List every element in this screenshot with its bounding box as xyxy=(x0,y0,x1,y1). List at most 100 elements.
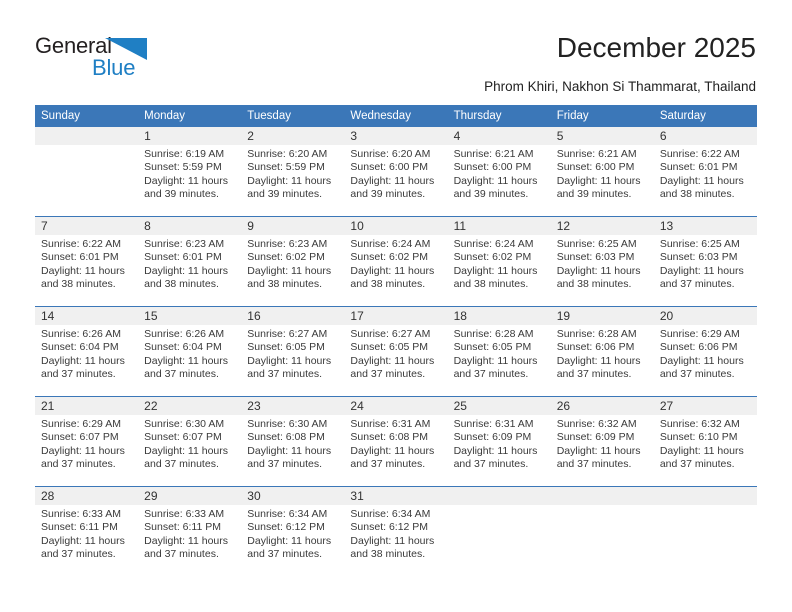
daylight-duration-line1: Daylight: 11 hours xyxy=(350,534,435,547)
brand-logo[interactable]: General Blue xyxy=(35,33,175,80)
day-sun-info: Sunrise: 6:21 AM Sunset: 6:00 PM Daylight:… xyxy=(448,145,551,202)
calendar-day[interactable]: 5 Sunrise: 6:21 AM Sunset: 6:00 PM Daylight… xyxy=(550,127,654,216)
calendar-day-empty xyxy=(35,127,139,216)
calendar-day[interactable]: 9 Sunrise: 6:23 AM Sunset: 6:02 PM Daylight… xyxy=(241,217,345,306)
daylight-duration-line2: and 37 minutes. xyxy=(247,548,322,561)
day-sun-info: Sunrise: 6:26 AM Sunset: 6:04 PM Daylight:… xyxy=(138,325,241,382)
day-sun-info: Sunrise: 6:31 AM Sunset: 6:08 PM Daylight:… xyxy=(344,415,447,472)
sunrise-time: Sunrise: 6:21 AM xyxy=(556,148,637,160)
sunrise-time: Sunrise: 6:20 AM xyxy=(247,148,328,160)
sunrise-time: Sunrise: 6:23 AM xyxy=(144,238,225,250)
day-number: 12 xyxy=(550,217,654,235)
daylight-duration-line1: Daylight: 11 hours xyxy=(659,444,744,457)
daylight-duration-line2: and 37 minutes. xyxy=(453,458,529,471)
calendar-day[interactable]: 2 Sunrise: 6:20 AM Sunset: 5:59 PM Daylight… xyxy=(241,127,345,216)
calendar-day[interactable]: 13 Sunrise: 6:25 AM Sunset: 6:03 PM Dayligh… xyxy=(653,217,757,306)
sunrise-time: Sunrise: 6:34 AM xyxy=(350,508,431,520)
day-number xyxy=(447,487,551,505)
calendar-day[interactable]: 28 Sunrise: 6:33 AM Sunset: 6:11 PM Dayligh… xyxy=(35,487,139,576)
calendar-day[interactable]: 10 Sunrise: 6:24 AM Sunset: 6:02 PM Dayligh… xyxy=(344,217,448,306)
day-sun-info: Sunrise: 6:23 AM Sunset: 6:01 PM Daylight:… xyxy=(138,235,241,292)
calendar-day[interactable]: 29 Sunrise: 6:33 AM Sunset: 6:11 PM Dayligh… xyxy=(138,487,242,576)
calendar-day[interactable]: 25 Sunrise: 6:31 AM Sunset: 6:09 PM Dayligh… xyxy=(447,397,551,486)
daylight-duration-line2: and 37 minutes. xyxy=(41,368,116,381)
calendar-day[interactable]: 4 Sunrise: 6:21 AM Sunset: 6:00 PM Daylight… xyxy=(447,127,551,216)
daylight-duration-line1: Daylight: 11 hours xyxy=(350,264,435,277)
calendar-cell: 13 Sunrise: 6:25 AM Sunset: 6:03 PM Dayligh… xyxy=(653,216,757,307)
daylight-duration-line2: and 37 minutes. xyxy=(453,368,529,381)
sunset-time: Sunset: 6:01 PM xyxy=(659,161,738,174)
calendar-day[interactable]: 15 Sunrise: 6:26 AM Sunset: 6:04 PM Dayligh… xyxy=(138,307,242,396)
day-number: 14 xyxy=(35,307,139,325)
sunrise-time: Sunrise: 6:24 AM xyxy=(453,238,534,250)
day-sun-info: Sunrise: 6:32 AM Sunset: 6:09 PM Daylight:… xyxy=(551,415,654,472)
day-number: 26 xyxy=(550,397,654,415)
sunset-time: Sunset: 6:00 PM xyxy=(556,161,635,174)
daylight-duration-line1: Daylight: 11 hours xyxy=(247,264,332,277)
calendar-day[interactable]: 11 Sunrise: 6:24 AM Sunset: 6:02 PM Dayligh… xyxy=(447,217,551,306)
day-number: 13 xyxy=(653,217,757,235)
calendar-cell xyxy=(653,486,757,576)
calendar-day[interactable]: 23 Sunrise: 6:30 AM Sunset: 6:08 PM Dayligh… xyxy=(241,397,345,486)
daylight-duration-line2: and 38 minutes. xyxy=(350,548,426,561)
sunrise-time: Sunrise: 6:27 AM xyxy=(350,328,431,340)
calendar-day[interactable]: 1 Sunrise: 6:19 AM Sunset: 5:59 PM Daylight… xyxy=(138,127,242,216)
day-sun-info: Sunrise: 6:22 AM Sunset: 6:01 PM Daylight:… xyxy=(654,145,757,202)
calendar-day[interactable]: 27 Sunrise: 6:32 AM Sunset: 6:10 PM Dayligh… xyxy=(653,397,757,486)
day-sun-info: Sunrise: 6:24 AM Sunset: 6:02 PM Daylight:… xyxy=(448,235,551,292)
daylight-duration-line1: Daylight: 11 hours xyxy=(41,534,125,547)
calendar-day[interactable]: 3 Sunrise: 6:20 AM Sunset: 6:00 PM Daylight… xyxy=(344,127,448,216)
daylight-duration-line2: and 37 minutes. xyxy=(144,548,219,561)
day-sun-info: Sunrise: 6:19 AM Sunset: 5:59 PM Daylight:… xyxy=(138,145,241,202)
daylight-duration-line1: Daylight: 11 hours xyxy=(41,354,125,367)
day-sun-info: Sunrise: 6:25 AM Sunset: 6:03 PM Daylight:… xyxy=(551,235,654,292)
calendar-day[interactable]: 24 Sunrise: 6:31 AM Sunset: 6:08 PM Dayligh… xyxy=(344,397,448,486)
sunset-time: Sunset: 6:02 PM xyxy=(247,251,325,264)
sunset-time: Sunset: 6:02 PM xyxy=(350,251,429,264)
daylight-duration-line2: and 37 minutes. xyxy=(659,458,735,471)
daylight-duration-line2: and 38 minutes. xyxy=(453,278,529,291)
day-number: 9 xyxy=(241,217,345,235)
calendar-day[interactable]: 17 Sunrise: 6:27 AM Sunset: 6:05 PM Dayligh… xyxy=(344,307,448,396)
calendar-cell: 29 Sunrise: 6:33 AM Sunset: 6:11 PM Dayligh… xyxy=(138,486,242,576)
calendar-cell: 24 Sunrise: 6:31 AM Sunset: 6:08 PM Dayligh… xyxy=(344,396,448,487)
daylight-duration-line2: and 37 minutes. xyxy=(659,368,735,381)
calendar-day[interactable]: 16 Sunrise: 6:27 AM Sunset: 6:05 PM Dayligh… xyxy=(241,307,345,396)
calendar-cell: 3 Sunrise: 6:20 AM Sunset: 6:00 PM Daylight… xyxy=(344,127,448,217)
daylight-duration-line2: and 38 minutes. xyxy=(659,188,735,201)
calendar-week-row: 14 Sunrise: 6:26 AM Sunset: 6:04 PM Dayligh… xyxy=(35,306,757,397)
daylight-duration-line1: Daylight: 11 hours xyxy=(144,264,228,277)
calendar-day-empty xyxy=(550,487,654,576)
sunset-time: Sunset: 6:07 PM xyxy=(41,431,119,444)
calendar-day[interactable]: 12 Sunrise: 6:25 AM Sunset: 6:03 PM Dayligh… xyxy=(550,217,654,306)
day-number: 22 xyxy=(138,397,242,415)
daylight-duration-line2: and 37 minutes. xyxy=(41,458,116,471)
daylight-duration-line2: and 39 minutes. xyxy=(144,188,219,201)
day-number: 3 xyxy=(344,127,448,145)
sunset-time: Sunset: 5:59 PM xyxy=(144,161,222,174)
sunset-time: Sunset: 6:01 PM xyxy=(144,251,222,264)
day-number: 30 xyxy=(241,487,345,505)
sunset-time: Sunset: 6:08 PM xyxy=(247,431,325,444)
calendar-cell: 1 Sunrise: 6:19 AM Sunset: 5:59 PM Daylight… xyxy=(138,127,242,217)
calendar-day[interactable]: 18 Sunrise: 6:28 AM Sunset: 6:05 PM Dayligh… xyxy=(447,307,551,396)
calendar-day[interactable]: 19 Sunrise: 6:28 AM Sunset: 6:06 PM Dayligh… xyxy=(550,307,654,396)
calendar-day[interactable]: 14 Sunrise: 6:26 AM Sunset: 6:04 PM Dayligh… xyxy=(35,307,139,396)
calendar-day[interactable]: 21 Sunrise: 6:29 AM Sunset: 6:07 PM Dayligh… xyxy=(35,397,139,486)
calendar-day[interactable]: 30 Sunrise: 6:34 AM Sunset: 6:12 PM Dayligh… xyxy=(241,487,345,576)
sunrise-time: Sunrise: 6:25 AM xyxy=(556,238,637,250)
day-sun-info: Sunrise: 6:31 AM Sunset: 6:09 PM Daylight:… xyxy=(448,415,551,472)
sunset-time: Sunset: 6:06 PM xyxy=(659,341,738,354)
calendar-day[interactable]: 6 Sunrise: 6:22 AM Sunset: 6:01 PM Daylight… xyxy=(653,127,757,216)
calendar-day[interactable]: 20 Sunrise: 6:29 AM Sunset: 6:06 PM Dayligh… xyxy=(653,307,757,396)
day-number: 27 xyxy=(653,397,757,415)
sunrise-time: Sunrise: 6:25 AM xyxy=(659,238,740,250)
calendar-day[interactable]: 31 Sunrise: 6:34 AM Sunset: 6:12 PM Dayligh… xyxy=(344,487,448,576)
calendar-day[interactable]: 8 Sunrise: 6:23 AM Sunset: 6:01 PM Daylight… xyxy=(138,217,242,306)
calendar-day[interactable]: 26 Sunrise: 6:32 AM Sunset: 6:09 PM Dayligh… xyxy=(550,397,654,486)
calendar-cell: 22 Sunrise: 6:30 AM Sunset: 6:07 PM Dayligh… xyxy=(138,396,242,487)
daylight-duration-line2: and 37 minutes. xyxy=(144,368,219,381)
daylight-duration-line1: Daylight: 11 hours xyxy=(41,264,125,277)
calendar-day[interactable]: 7 Sunrise: 6:22 AM Sunset: 6:01 PM Daylight… xyxy=(35,217,139,306)
calendar-day[interactable]: 22 Sunrise: 6:30 AM Sunset: 6:07 PM Dayligh… xyxy=(138,397,242,486)
